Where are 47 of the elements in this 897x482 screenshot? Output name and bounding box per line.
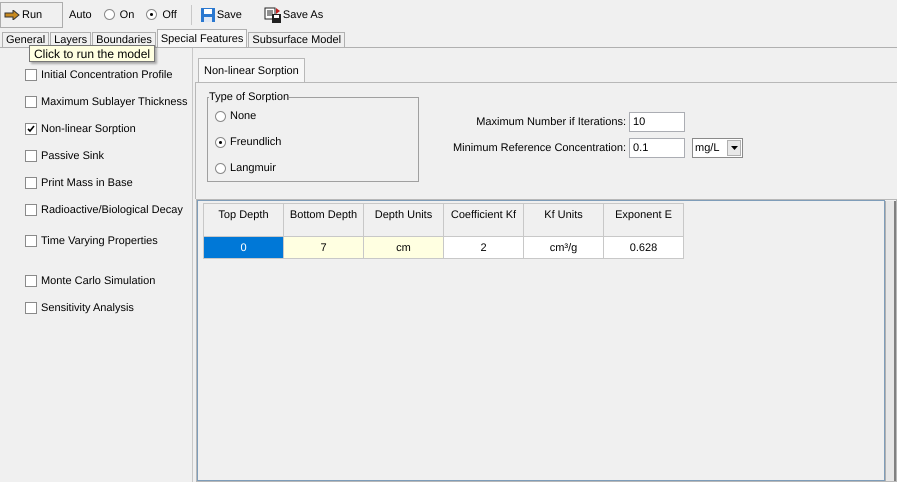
feature-checkbox[interactable]: Print Mass in Base: [25, 175, 133, 191]
sorption-radio[interactable]: None: [215, 103, 418, 129]
run-button[interactable]: Run: [0, 2, 63, 28]
auto-radio[interactable]: Off: [146, 8, 177, 20]
tab[interactable]: Subsurface Model: [248, 32, 346, 47]
concentration-label: Minimum Reference Concentration:: [453, 142, 626, 154]
caret-icon: [730, 146, 738, 150]
save-as-icon: [264, 6, 282, 22]
feature-checkbox[interactable]: Maximum Sublayer Thickness: [25, 94, 188, 110]
sorption-radio[interactable]: Langmuir: [215, 155, 418, 181]
sorption-radio[interactable]: Freundlich: [215, 129, 418, 155]
group-title: Type of Sorption: [209, 91, 290, 103]
feature-checkbox[interactable]: Monte Carlo Simulation: [25, 273, 156, 289]
tab[interactable]: Special Features: [156, 29, 248, 47]
concentration-field[interactable]: 0.1: [629, 138, 686, 158]
floppy-icon: [200, 6, 216, 22]
auto-radio[interactable]: On: [104, 8, 134, 20]
unit-dropdown[interactable]: mg/L: [692, 138, 744, 158]
table-cell[interactable]: cm³/g: [524, 236, 604, 258]
iterations-label: Maximum Number if Iterations:: [475, 116, 626, 128]
column-header[interactable]: Kf Units: [524, 204, 604, 236]
save-as-button[interactable]: Save As: [264, 6, 324, 22]
column-header[interactable]: Bottom Depth: [284, 204, 364, 236]
feature-checkbox[interactable]: Sensitivity Analysis: [25, 300, 134, 316]
save-button[interactable]: Save: [200, 6, 242, 22]
feature-checkbox[interactable]: Radioactive/Biological Decay: [25, 202, 183, 218]
table-cell[interactable]: 2: [444, 236, 524, 258]
column-header[interactable]: Depth Units: [364, 204, 444, 236]
feature-checkbox[interactable]: Non-linear Sorption: [25, 121, 136, 137]
feature-checkbox[interactable]: Initial Concentration Profile: [25, 67, 172, 83]
table-cell[interactable]: 7: [284, 236, 364, 258]
feature-checkbox[interactable]: Passive Sink: [25, 148, 104, 164]
check-icon: [27, 125, 35, 133]
column-header[interactable]: Coefficient Kf: [444, 204, 524, 236]
auto-label: Auto: [69, 8, 92, 20]
column-header[interactable]: Top Depth: [204, 204, 284, 236]
tooltip: Click to run the model: [29, 45, 156, 62]
iterations-field[interactable]: 10: [629, 112, 686, 132]
sorption-tab[interactable]: Non-linear Sorption: [198, 58, 305, 82]
tab[interactable]: General: [2, 32, 50, 47]
scroll-bar[interactable]: [885, 201, 896, 481]
arrow-icon: [4, 10, 20, 20]
table-cell[interactable]: 0.628: [604, 236, 684, 258]
table-cell[interactable]: cm: [364, 236, 444, 258]
column-header[interactable]: Exponent E: [604, 204, 684, 236]
table-cell[interactable]: 0: [204, 236, 284, 258]
feature-checkbox[interactable]: Time Varying Properties: [25, 233, 158, 249]
